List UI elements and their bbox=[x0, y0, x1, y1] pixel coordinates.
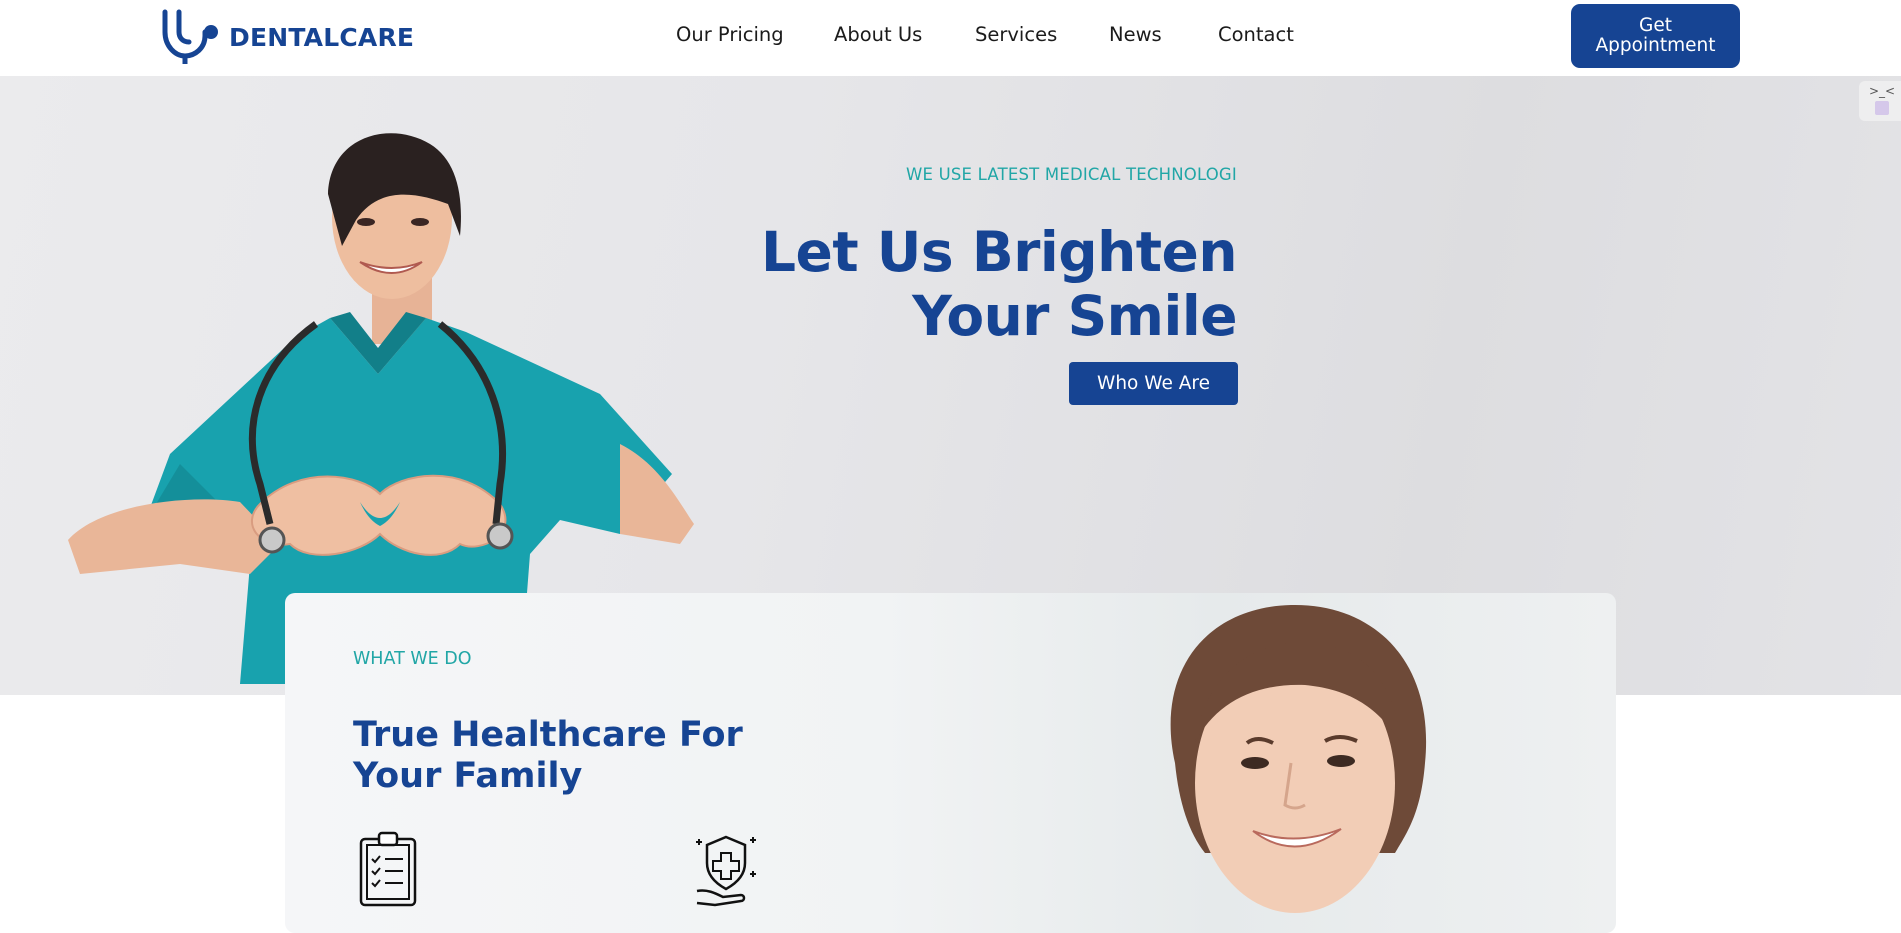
accessibility-widget[interactable]: >_< bbox=[1859, 81, 1901, 121]
hero-title-line-1: Let Us Brighten bbox=[760, 220, 1238, 284]
clipboard-checklist-icon bbox=[359, 831, 417, 907]
what-we-do-kicker: WHAT WE DO bbox=[353, 649, 472, 669]
widget-glyph: >_< bbox=[1869, 84, 1896, 98]
doctor-portrait-photo bbox=[1170, 604, 1427, 913]
what-we-do-card: WHAT WE DO True Healthcare For Your Fami… bbox=[285, 593, 1616, 933]
nav-item-news[interactable]: News bbox=[1109, 23, 1162, 46]
widget-icon bbox=[1875, 101, 1889, 115]
nav-item-contact[interactable]: Contact bbox=[1218, 23, 1294, 46]
hero-title-line-2: Your Smile bbox=[912, 284, 1237, 348]
nav-item-our-pricing[interactable]: Our Pricing bbox=[676, 23, 784, 46]
what-we-do-title-line-1: True Healthcare For bbox=[353, 715, 743, 755]
hero-kicker: WE USE LATEST MEDICAL TECHNOLOGI bbox=[906, 165, 1237, 184]
hero-title: Let Us Brighten Your Smile bbox=[617, 220, 1238, 348]
who-we-are-button[interactable]: Who We Are bbox=[1069, 362, 1238, 405]
site-header: DENTALCARE Our Pricing About Us Services… bbox=[0, 0, 1901, 76]
nav-item-about-us[interactable]: About Us bbox=[834, 23, 922, 46]
what-we-do-title: True Healthcare For Your Family bbox=[353, 715, 873, 797]
get-appointment-button[interactable]: Get Appointment bbox=[1571, 4, 1740, 68]
what-we-do-title-line-2: Your Family bbox=[353, 756, 583, 796]
nav-item-services[interactable]: Services bbox=[975, 23, 1057, 46]
medical-shield-hand-icon bbox=[696, 835, 756, 907]
